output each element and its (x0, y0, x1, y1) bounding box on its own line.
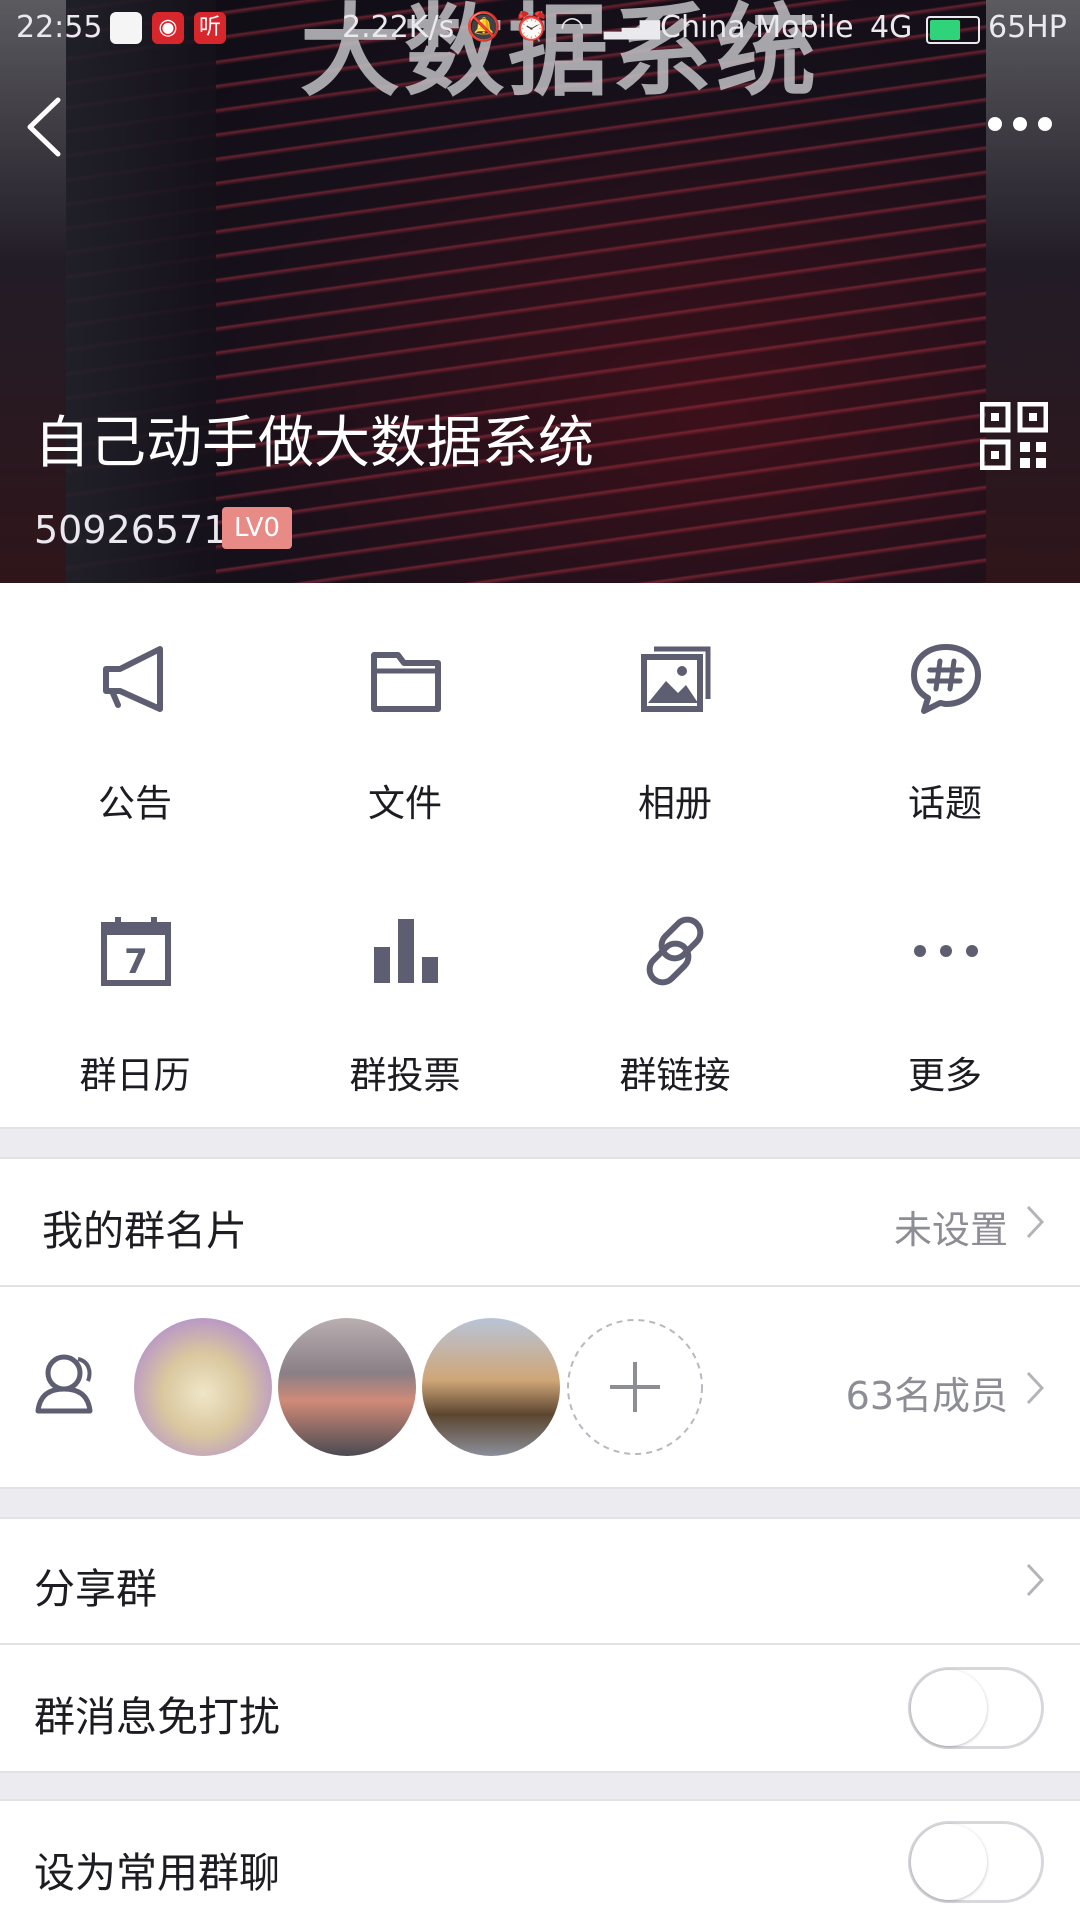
favorite-title: 设为常用群聊 (34, 1849, 280, 1897)
share-group-title: 分享群 (34, 1565, 157, 1613)
feature-label: 公告 (98, 782, 172, 825)
feature-label: 文件 (368, 782, 442, 825)
members-icon (35, 1354, 93, 1414)
topic-button[interactable]: 话题 (810, 583, 1080, 855)
group-vote-button[interactable]: 群投票 (270, 855, 540, 1127)
more-options-icon[interactable] (985, 112, 1055, 136)
group-link-button[interactable]: 群链接 (540, 855, 810, 1127)
wifi-icon: ◠ (560, 10, 585, 43)
weather-app-icon (110, 12, 142, 44)
mute-bell-icon: 🔕 (466, 10, 501, 43)
qr-code-icon[interactable] (980, 402, 1048, 470)
link-icon (646, 916, 704, 986)
favorite-toggle[interactable] (908, 1821, 1044, 1903)
my-group-card-row[interactable]: 我的群名片 未设置 (0, 1159, 1080, 1285)
battery-level: 65HP (988, 10, 1067, 45)
group-calendar-button[interactable]: 7 群日历 (0, 855, 270, 1127)
mute-title: 群消息免打扰 (34, 1693, 280, 1741)
member-count: 63名成员 (845, 1374, 1008, 1418)
network-speed: 2.22K/s (342, 10, 455, 45)
battery-icon (926, 16, 980, 44)
alarm-icon: ⏰ (514, 10, 549, 43)
mute-row: 群消息免打扰 (0, 1645, 1080, 1771)
status-bar: 22:55 ◉ 听 2.22K/s 🔕 ⏰ ◠ ▂▃▅ China Mobile… (0, 0, 1080, 56)
network-type: 4G (870, 10, 913, 45)
listen-app-icon: 听 (194, 12, 226, 44)
member-avatar[interactable] (134, 1318, 272, 1456)
add-member-button[interactable] (566, 1318, 704, 1456)
my-group-card-title: 我的群名片 (42, 1207, 247, 1255)
feature-label: 群日历 (79, 1054, 191, 1097)
chevron-right-icon (1026, 1563, 1044, 1597)
more-icon (914, 945, 978, 957)
status-time: 22:55 (16, 10, 103, 45)
megaphone-icon (103, 646, 163, 712)
back-arrow-icon[interactable] (18, 92, 78, 162)
announcement-button[interactable]: 公告 (0, 583, 270, 855)
group-cover-header: 大数据系统 (0, 0, 1080, 583)
chevron-right-icon (1026, 1205, 1044, 1239)
more-features-button[interactable]: 更多 (810, 855, 1080, 1127)
member-avatar[interactable] (278, 1318, 416, 1456)
feature-label: 群投票 (349, 1054, 461, 1097)
mute-toggle[interactable] (908, 1667, 1044, 1749)
my-group-card-value: 未设置 (893, 1208, 1008, 1252)
music-app-icon: ◉ (152, 12, 184, 44)
album-icon (641, 646, 711, 712)
feature-label: 更多 (908, 1054, 982, 1097)
calendar-icon: 7 (101, 917, 171, 986)
feature-label: 群链接 (619, 1054, 731, 1097)
folder-icon (371, 652, 441, 712)
carrier-name: China Mobile (660, 10, 854, 45)
album-button[interactable]: 相册 (540, 583, 810, 855)
favorite-row: 设为常用群聊 (0, 1801, 1080, 1920)
group-id: 50926571 (34, 508, 228, 552)
share-group-row[interactable]: 分享群 (0, 1519, 1080, 1643)
member-avatar[interactable] (422, 1318, 560, 1456)
group-name: 自己动手做大数据系统 (34, 411, 594, 476)
vote-icon (374, 919, 438, 983)
level-badge: LV0 (222, 507, 292, 549)
files-button[interactable]: 文件 (270, 583, 540, 855)
svg-text:7: 7 (124, 942, 148, 982)
feature-label: 话题 (908, 782, 982, 825)
signal-icon: ▂▃▅ (604, 10, 660, 40)
chevron-right-icon (1026, 1371, 1044, 1405)
feature-grid: 公告 文件 相册 话题 7 群日历 群投票 群链接 更多 (0, 583, 1080, 1128)
topic-icon (911, 644, 981, 714)
feature-label: 相册 (638, 782, 712, 825)
